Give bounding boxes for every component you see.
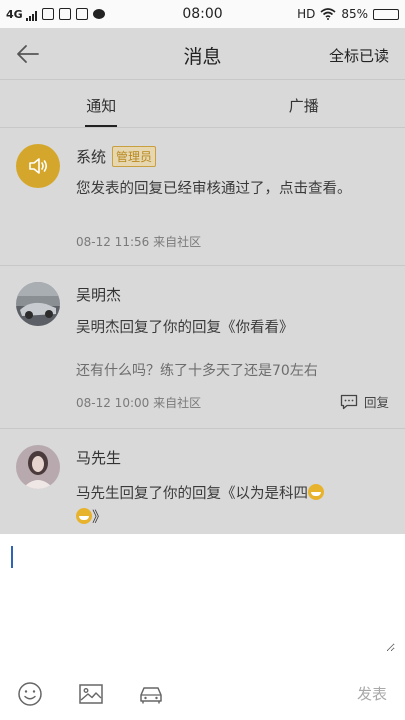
submit-button[interactable]: 发表: [357, 683, 387, 704]
reply-composer: 发表: [0, 534, 405, 720]
grin-emoji-icon: [76, 508, 92, 524]
message-text: 您发表的回复已经审核通过了，点击查看。: [76, 181, 352, 197]
composer-toolbar: 发表: [0, 668, 405, 720]
signal-indicator: 4G: [6, 8, 37, 21]
message-meta: 08-12 11:56 来自社区: [76, 235, 202, 249]
avatar: [16, 282, 60, 326]
avatar: [16, 144, 60, 188]
network-label: 4G: [6, 7, 23, 21]
tab-broadcast[interactable]: 广播: [203, 80, 405, 127]
car-icon[interactable]: [137, 680, 165, 708]
comment-icon: [340, 394, 358, 409]
message-meta: 08-12 10:00 来自社区: [76, 396, 202, 410]
reply-input[interactable]: [10, 542, 395, 652]
user-avatar-image: [16, 445, 60, 489]
status-right: HD 85%: [297, 7, 399, 21]
app-notification-icon: [41, 8, 54, 20]
image-icon[interactable]: [77, 680, 105, 708]
message-text-part: 马先生回复了你的回复《以为是科四: [76, 486, 308, 502]
message-text: 马先生回复了你的回复《以为是科四 》: [76, 482, 393, 530]
grin-emoji-icon: [308, 484, 324, 500]
sender-name: 系统: [76, 148, 107, 166]
tab-bar: 通知 广播: [0, 80, 405, 128]
sender-name: 吴明杰: [76, 286, 122, 304]
message-list: 系统 管理员 您发表的回复已经审核通过了，点击查看。 08-12 11:56 来…: [0, 128, 405, 534]
reply-label: 回复: [363, 395, 389, 410]
quoted-text: 还有什么吗？练了十多天了还是70左右: [76, 363, 318, 379]
mark-all-read-button[interactable]: 全标已读: [329, 45, 389, 66]
status-left: 4G: [6, 8, 105, 21]
avatar: [16, 445, 60, 489]
status-bar: 4G 08:00 HD 85%: [0, 0, 405, 28]
name-row: 马先生: [76, 447, 121, 468]
message-text: 吴明杰回复了你的回复《你看看》: [76, 320, 294, 336]
battery-icon: [373, 8, 399, 20]
tab-notifications[interactable]: 通知: [0, 80, 203, 127]
list-item[interactable]: 马先生 马先生回复了你的回复《以为是科四 》: [0, 429, 405, 534]
sender-name: 马先生: [76, 449, 122, 467]
wifi-icon: [320, 8, 336, 20]
list-item[interactable]: 系统 管理员 您发表的回复已经审核通过了，点击查看。 08-12 11:56 来…: [0, 128, 405, 266]
hd-label: HD: [297, 7, 316, 21]
signal-bars-icon: [25, 10, 37, 21]
emoji-icon[interactable]: [16, 680, 44, 708]
app-notification-icon: [58, 8, 71, 20]
text-caret: [11, 546, 13, 568]
user-avatar-image: [16, 282, 60, 326]
name-row: 吴明杰: [76, 284, 121, 305]
message-text-part: 》: [92, 510, 107, 526]
chat-notification-icon: [92, 9, 105, 19]
battery-percent: 85%: [341, 7, 368, 21]
name-row: 系统 管理员: [76, 146, 157, 167]
admin-badge: 管理员: [112, 146, 157, 167]
app-notification-icon: [75, 8, 88, 20]
reply-button[interactable]: 回复: [340, 392, 389, 411]
header: 消息 全标已读: [0, 28, 405, 80]
speaker-icon: [29, 158, 48, 174]
list-item[interactable]: 吴明杰 吴明杰回复了你的回复《你看看》 还有什么吗？练了十多天了还是70左右 0…: [0, 266, 405, 429]
